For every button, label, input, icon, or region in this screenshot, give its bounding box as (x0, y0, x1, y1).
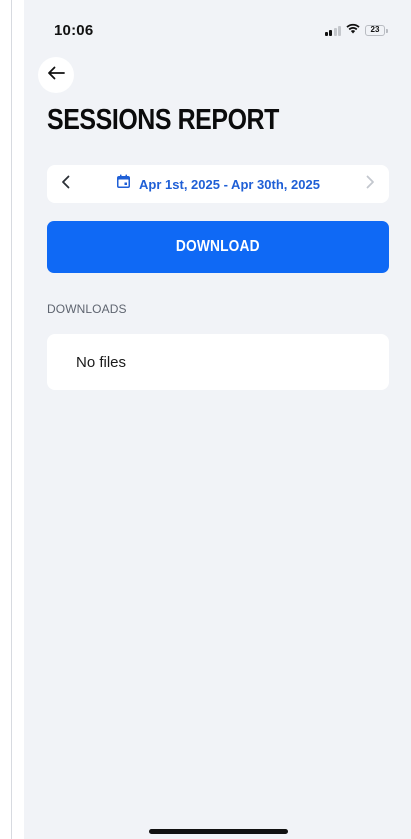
arrow-left-icon (47, 66, 65, 85)
download-button[interactable]: DOWNLOAD (47, 221, 389, 273)
empty-files-message: No files (76, 353, 127, 371)
downloads-list: No files (47, 334, 389, 390)
status-bar: 10:06 23 (24, 0, 411, 54)
download-button-label: DOWNLOAD (176, 238, 260, 255)
back-button[interactable] (38, 57, 74, 93)
date-range-label: Apr 1st, 2025 - Apr 30th, 2025 (139, 176, 320, 192)
next-period-button[interactable] (351, 165, 389, 203)
previous-period-button[interactable] (47, 165, 85, 203)
left-edge (0, 0, 24, 839)
chevron-left-icon (61, 175, 71, 194)
status-time: 10:06 (54, 22, 94, 39)
wifi-icon (346, 21, 360, 39)
date-range-picker: Apr 1st, 2025 - Apr 30th, 2025 (47, 165, 389, 203)
downloads-section-label: DOWNLOADS (47, 302, 127, 316)
chevron-right-icon (365, 175, 375, 194)
battery-icon: 23 (365, 24, 388, 36)
cellular-signal-icon (324, 25, 341, 36)
home-indicator[interactable] (149, 829, 288, 834)
battery-percent: 23 (370, 24, 380, 34)
date-range-selector[interactable]: Apr 1st, 2025 - Apr 30th, 2025 (85, 174, 351, 194)
status-icons: 23 (324, 21, 388, 39)
calendar-icon (116, 174, 131, 194)
app-screen: 10:06 23 SESSIONS REPORT Apr 1st, 2025 -… (24, 0, 411, 839)
page-title: SESSIONS REPORT (47, 104, 279, 136)
